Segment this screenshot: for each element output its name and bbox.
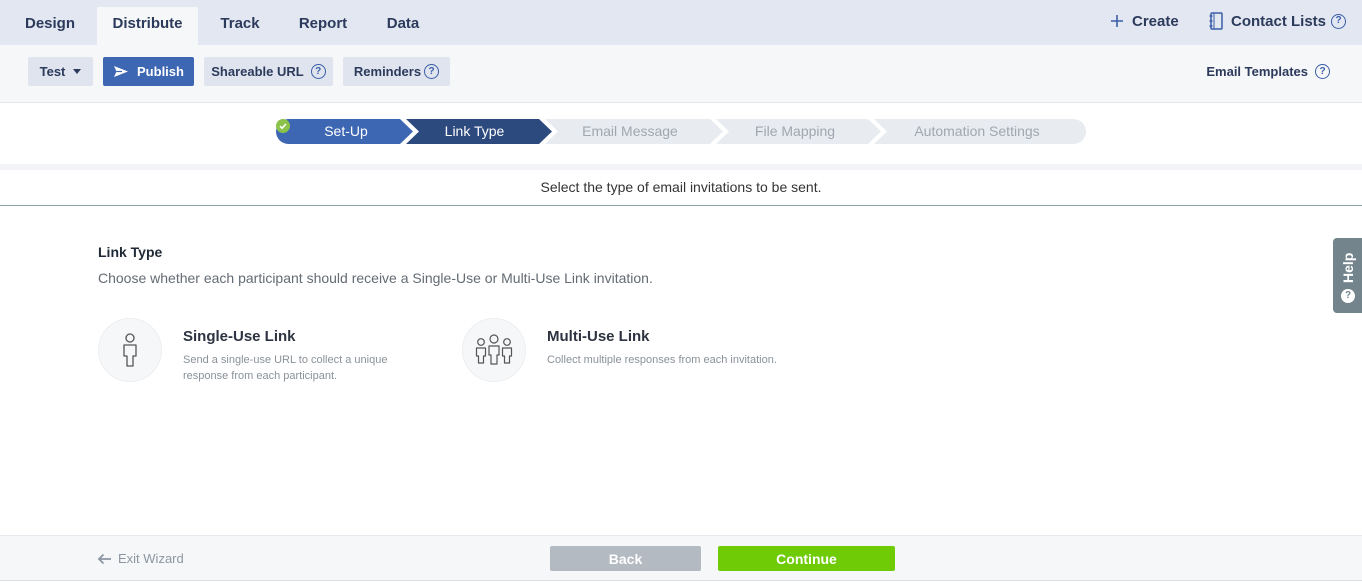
tab-design[interactable]: Design xyxy=(12,7,88,45)
address-book-icon xyxy=(1209,12,1223,30)
publish-button[interactable]: Publish xyxy=(103,57,194,86)
help-label: Help xyxy=(1340,252,1356,283)
continue-button[interactable]: Continue xyxy=(718,546,895,571)
exit-wizard-label: Exit Wizard xyxy=(118,551,184,566)
tab-data[interactable]: Data xyxy=(372,7,434,45)
wizard-stepper: Set-Up Link Type Email Message File Mapp… xyxy=(276,119,1086,144)
multi-use-link-title: Multi-Use Link xyxy=(547,328,650,345)
step-setup[interactable]: Set-Up xyxy=(276,119,412,144)
contact-lists-label: Contact Lists xyxy=(1231,12,1327,30)
shareable-url-label: Shareable URL xyxy=(211,64,304,79)
reminders-label: Reminders xyxy=(353,64,422,79)
section-description: Choose whether each participant should r… xyxy=(98,270,653,286)
step-link-type[interactable]: Link Type xyxy=(412,119,537,144)
question-circle-icon: ? xyxy=(310,64,326,79)
tab-track[interactable]: Track xyxy=(207,7,273,45)
arrow-left-icon xyxy=(97,553,112,565)
caret-down-icon xyxy=(73,69,82,74)
email-templates-link[interactable]: Email Templates ? xyxy=(1206,64,1330,79)
reminders-button[interactable]: Reminders ? xyxy=(343,57,450,86)
email-templates-label: Email Templates xyxy=(1206,64,1308,79)
single-person-icon xyxy=(120,333,140,367)
publish-label: Publish xyxy=(137,64,184,79)
step-automation-settings[interactable]: Automation Settings xyxy=(887,119,1067,144)
create-label: Create xyxy=(1132,12,1179,30)
question-circle-icon: ? xyxy=(1315,64,1330,79)
step-file-mapping[interactable]: File Mapping xyxy=(729,119,861,144)
help-tab[interactable]: Help ? xyxy=(1333,238,1362,313)
exit-wizard-link[interactable]: Exit Wizard xyxy=(97,551,184,566)
test-label: Test xyxy=(39,64,66,79)
question-circle-icon[interactable]: ? xyxy=(1331,13,1347,29)
tab-distribute[interactable]: Distribute xyxy=(97,7,198,45)
wizard-stepper-area: Set-Up Link Type Email Message File Mapp… xyxy=(0,104,1362,164)
step-email-message[interactable]: Email Message xyxy=(558,119,702,144)
instruction-text: Select the type of email invitations to … xyxy=(0,164,1362,206)
test-dropdown[interactable]: Test xyxy=(28,57,93,86)
shareable-url-button[interactable]: Shareable URL ? xyxy=(204,57,333,86)
tab-report[interactable]: Report xyxy=(285,7,361,45)
single-use-link-option[interactable]: Single-Use Link Send a single-use URL to… xyxy=(98,318,418,384)
plus-icon xyxy=(1110,14,1124,28)
toolbar: Test Publish Shareable URL ? Reminders ? xyxy=(0,45,1362,103)
top-nav: Design Distribute Track Report Data Crea… xyxy=(0,0,1362,45)
create-button[interactable]: Create xyxy=(1110,10,1179,32)
single-use-link-title: Single-Use Link xyxy=(183,328,296,345)
single-use-link-description: Send a single-use URL to collect a uniqu… xyxy=(183,354,388,382)
multi-use-link-description: Collect multiple responses from each inv… xyxy=(547,354,777,366)
single-use-icon-circle xyxy=(98,318,162,382)
multi-use-link-option[interactable]: Multi-Use Link Collect multiple response… xyxy=(462,318,777,384)
step-setup-label: Set-Up xyxy=(324,123,368,139)
question-circle-icon: ? xyxy=(1341,289,1355,303)
group-people-icon xyxy=(473,334,515,366)
back-button[interactable]: Back xyxy=(550,546,701,571)
multi-use-icon-circle xyxy=(462,318,526,382)
section-title: Link Type xyxy=(98,244,163,260)
send-icon xyxy=(113,65,129,78)
contact-lists-button[interactable]: Contact Lists ? xyxy=(1209,10,1347,32)
wizard-footer: Exit Wizard Back Continue xyxy=(0,535,1362,581)
question-circle-icon: ? xyxy=(424,64,440,79)
